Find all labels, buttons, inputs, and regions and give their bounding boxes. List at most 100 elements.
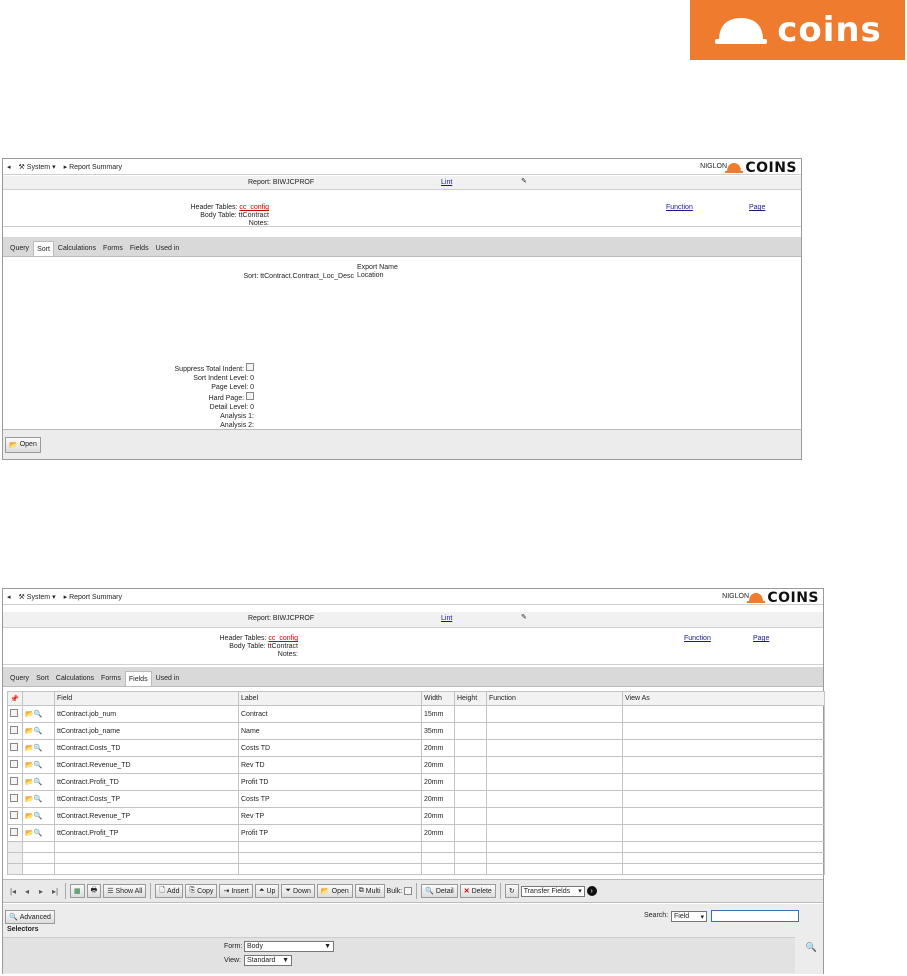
- field-cell[interactable]: ttContract.job_num: [54, 705, 239, 723]
- label-cell[interactable]: Costs TD: [238, 739, 422, 757]
- lint-link[interactable]: Lint: [441, 179, 452, 186]
- function-link[interactable]: Function: [684, 635, 711, 642]
- up-button[interactable]: ⏶ Up: [254, 884, 280, 898]
- detail-button[interactable]: 🔍 Detail: [421, 884, 458, 898]
- table-row[interactable]: 📂🔍 ttContract.Revenue_TD Rev TD 20mm: [7, 756, 825, 774]
- row-checkbox[interactable]: [10, 777, 18, 785]
- bulk-checkbox[interactable]: [404, 887, 413, 895]
- print-button[interactable]: 🖶: [86, 884, 102, 898]
- detail-icon[interactable]: 🔍: [34, 813, 43, 820]
- detail-icon[interactable]: 🔍: [34, 779, 43, 786]
- first-page-icon[interactable]: |◂: [7, 887, 19, 896]
- folder-open-icon[interactable]: 📂: [25, 745, 34, 752]
- search-icon[interactable]: 🔍: [806, 942, 817, 953]
- label-cell[interactable]: Profit TD: [238, 773, 422, 791]
- row-checkbox[interactable]: [10, 743, 18, 751]
- view-select[interactable]: Standard ▼: [244, 955, 292, 966]
- table-row[interactable]: 📂🔍 ttContract.Costs_TP Costs TP 20mm: [7, 790, 825, 808]
- user-name[interactable]: NIGLON: [722, 593, 749, 600]
- insert-button[interactable]: ⇥ Insert: [219, 884, 253, 898]
- wrench-icon[interactable]: ⚒: [19, 593, 25, 601]
- detail-icon[interactable]: 🔍: [34, 728, 43, 735]
- advanced-button[interactable]: 🔍 Advanced: [5, 910, 55, 924]
- folder-open-icon[interactable]: 📂: [25, 711, 34, 718]
- detail-icon[interactable]: 🔍: [34, 830, 43, 837]
- table-row[interactable]: 📂🔍 ttContract.job_name Name 35mm: [7, 722, 825, 740]
- table-row[interactable]: 📂🔍 ttContract.Profit_TD Profit TD 20mm: [7, 773, 825, 791]
- column-header[interactable]: Height: [454, 691, 487, 706]
- table-row[interactable]: 📂🔍 ttContract.Revenue_TP Rev TP 20mm: [7, 807, 825, 825]
- form-select[interactable]: Body ▼: [244, 941, 334, 952]
- row-checkbox[interactable]: [10, 811, 18, 819]
- lint-link[interactable]: Lint: [441, 615, 452, 622]
- field-cell[interactable]: ttContract.Costs_TD: [54, 739, 239, 757]
- column-header[interactable]: Field: [54, 691, 239, 706]
- function-link[interactable]: Function: [666, 204, 693, 211]
- row-checkbox[interactable]: [10, 726, 18, 734]
- field-cell[interactable]: ttContract.Costs_TP: [54, 790, 239, 808]
- row-checkbox[interactable]: [10, 760, 18, 768]
- column-header[interactable]: Width: [421, 691, 455, 706]
- label-cell[interactable]: Name: [238, 722, 422, 740]
- refresh-button[interactable]: ↻: [504, 884, 519, 898]
- tab-sort[interactable]: Sort: [33, 241, 54, 256]
- folder-open-icon[interactable]: 📂: [25, 762, 34, 769]
- tab-forms[interactable]: Forms: [100, 241, 126, 256]
- width-cell[interactable]: 35mm: [421, 722, 455, 740]
- field-cell[interactable]: ttContract.Profit_TD: [54, 773, 239, 791]
- column-header[interactable]: Label: [238, 691, 422, 706]
- copy-button[interactable]: ⎘ Copy: [185, 884, 218, 898]
- column-header[interactable]: Function: [486, 691, 623, 706]
- tab-used-in[interactable]: Used in: [153, 671, 183, 686]
- back-caret-icon[interactable]: ◂: [7, 163, 11, 171]
- go-icon[interactable]: ›: [586, 886, 597, 896]
- detail-icon[interactable]: 🔍: [34, 762, 43, 769]
- prev-page-icon[interactable]: ◂: [21, 887, 33, 896]
- width-cell[interactable]: 20mm: [421, 790, 455, 808]
- width-cell[interactable]: 20mm: [421, 807, 455, 825]
- folder-open-icon[interactable]: 📂: [25, 728, 34, 735]
- tab-calculations[interactable]: Calculations: [55, 241, 99, 256]
- tab-forms[interactable]: Forms: [98, 671, 124, 686]
- width-cell[interactable]: 20mm: [421, 756, 455, 774]
- user-name[interactable]: NIGLON: [700, 163, 727, 170]
- system-menu[interactable]: System ▾: [27, 593, 56, 601]
- field-cell[interactable]: ttContract.Revenue_TD: [54, 756, 239, 774]
- column-header[interactable]: View As: [622, 691, 825, 706]
- suppress-total-indent-checkbox[interactable]: [246, 363, 254, 371]
- search-input[interactable]: [711, 910, 799, 922]
- tab-fields[interactable]: Fields: [124, 671, 152, 686]
- detail-icon[interactable]: 🔍: [34, 711, 43, 718]
- label-cell[interactable]: Contract: [238, 705, 422, 723]
- export-excel-button[interactable]: ▦: [70, 884, 85, 898]
- down-button[interactable]: ⏷ Down: [281, 884, 315, 898]
- tab-used-in[interactable]: Used in: [153, 241, 183, 256]
- folder-open-icon[interactable]: 📂: [25, 813, 34, 820]
- pencil-icon[interactable]: ✎: [521, 613, 527, 621]
- folder-open-icon[interactable]: 📂: [25, 830, 34, 837]
- row-checkbox[interactable]: [10, 794, 18, 802]
- hard-page-checkbox[interactable]: [246, 392, 254, 400]
- width-cell[interactable]: 20mm: [421, 824, 455, 842]
- folder-open-icon[interactable]: 📂: [25, 779, 34, 786]
- page-link[interactable]: Page: [749, 204, 765, 211]
- next-page-icon[interactable]: ▸: [35, 887, 47, 896]
- detail-icon[interactable]: 🔍: [34, 796, 43, 803]
- label-cell[interactable]: Profit TP: [238, 824, 422, 842]
- last-page-icon[interactable]: ▸|: [49, 887, 61, 896]
- wrench-icon[interactable]: ⚒: [19, 163, 25, 171]
- table-row[interactable]: 📂🔍 ttContract.Profit_TP Profit TP 20mm: [7, 824, 825, 842]
- pin-icon[interactable]: 📌: [7, 691, 23, 706]
- tab-sort[interactable]: Sort: [33, 671, 52, 686]
- width-cell[interactable]: 20mm: [421, 773, 455, 791]
- tab-query[interactable]: Query: [7, 241, 32, 256]
- header-tables-link[interactable]: cc_config: [268, 635, 298, 642]
- transfer-fields-select[interactable]: Transfer Fields ▾: [520, 885, 585, 897]
- breadcrumb[interactable]: ▸ Report Summary: [64, 163, 122, 171]
- delete-button[interactable]: ✕ Delete: [459, 884, 496, 898]
- table-row[interactable]: 📂🔍 ttContract.Costs_TD Costs TD 20mm: [7, 739, 825, 757]
- tab-fields[interactable]: Fields: [127, 241, 152, 256]
- tab-calculations[interactable]: Calculations: [53, 671, 97, 686]
- pencil-icon[interactable]: ✎: [521, 177, 527, 185]
- add-button[interactable]: 🗋 Add: [155, 884, 184, 898]
